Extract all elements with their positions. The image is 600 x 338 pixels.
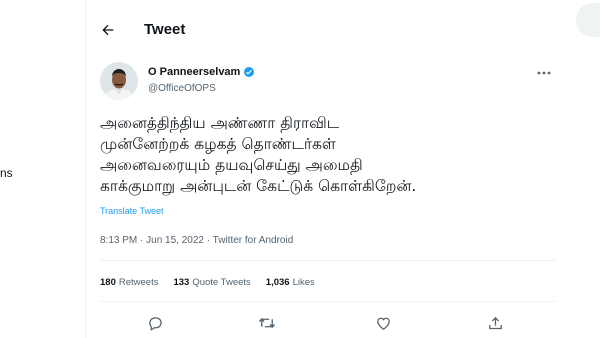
divider bbox=[100, 301, 556, 302]
reply-icon bbox=[148, 316, 162, 331]
quotes-label: Quote Tweets bbox=[192, 277, 251, 288]
right-sidebar bbox=[568, 0, 600, 338]
page-header: Tweet bbox=[86, 0, 568, 58]
quote-tweets-stat[interactable]: 133 Quote Tweets bbox=[173, 277, 250, 288]
like-button[interactable] bbox=[372, 312, 394, 334]
reply-button[interactable] bbox=[144, 312, 166, 334]
arrow-left-icon bbox=[102, 24, 114, 36]
tweet-actions bbox=[86, 312, 568, 334]
retweets-label: Retweets bbox=[118, 277, 159, 288]
tweet-detail-column: Tweet O Panneerselvam @OfficeOfOPS அனைத்… bbox=[85, 0, 569, 338]
share-icon bbox=[488, 316, 502, 329]
tweet-text-line: காக்குமாறு அன்புடன் கேட்டுக் கொள்கிறேன். bbox=[100, 177, 417, 195]
author-handle[interactable]: @OfficeOfOPS bbox=[148, 83, 216, 94]
left-sidebar: ns bbox=[0, 0, 85, 338]
tweet-text-line: முன்னேற்றக் கழகத் தொண்டர்கள் bbox=[100, 135, 336, 153]
heart-icon bbox=[376, 317, 390, 330]
translate-tweet-link[interactable]: Translate Tweet bbox=[100, 206, 164, 216]
sidebar-text-fragment: ns bbox=[0, 166, 13, 180]
divider bbox=[100, 260, 556, 261]
quotes-count: 133 bbox=[173, 277, 190, 288]
tweet-text: அனைத்திந்திய அண்ணா திராவிட முன்னேற்றக் க… bbox=[100, 113, 555, 197]
retweets-stat[interactable]: 180 Retweets bbox=[100, 277, 158, 288]
retweets-count: 180 bbox=[100, 277, 116, 288]
likes-count: 1,036 bbox=[265, 277, 290, 288]
tweet-metadata[interactable]: 8:13 PM · Jun 15, 2022 · Twitter for And… bbox=[100, 235, 293, 246]
verified-badge-icon bbox=[244, 67, 255, 77]
author-name-row: O Panneerselvam bbox=[148, 66, 255, 78]
retweet-button[interactable] bbox=[256, 312, 278, 334]
retweet-icon bbox=[258, 317, 276, 329]
share-button[interactable] bbox=[484, 312, 506, 334]
likes-stat[interactable]: 1,036 Likes bbox=[266, 277, 315, 288]
tweet-text-line: அனைவரையும் தயவுசெய்து அமைதி bbox=[100, 156, 363, 174]
back-button[interactable] bbox=[98, 20, 118, 40]
page-title: Tweet bbox=[144, 21, 186, 38]
more-options-button[interactable] bbox=[536, 66, 552, 78]
search-bar-edge[interactable] bbox=[576, 3, 600, 37]
likes-label: Likes bbox=[292, 277, 315, 288]
avatar[interactable] bbox=[100, 62, 138, 100]
author-name[interactable]: O Panneerselvam bbox=[148, 66, 240, 78]
tweet-text-line: அனைத்திந்திய அண்ணா திராவிட bbox=[100, 114, 340, 132]
engagement-stats: 180 Retweets 133 Quote Tweets 1,036 Likes bbox=[100, 277, 315, 288]
more-horizontal-icon bbox=[537, 71, 551, 75]
